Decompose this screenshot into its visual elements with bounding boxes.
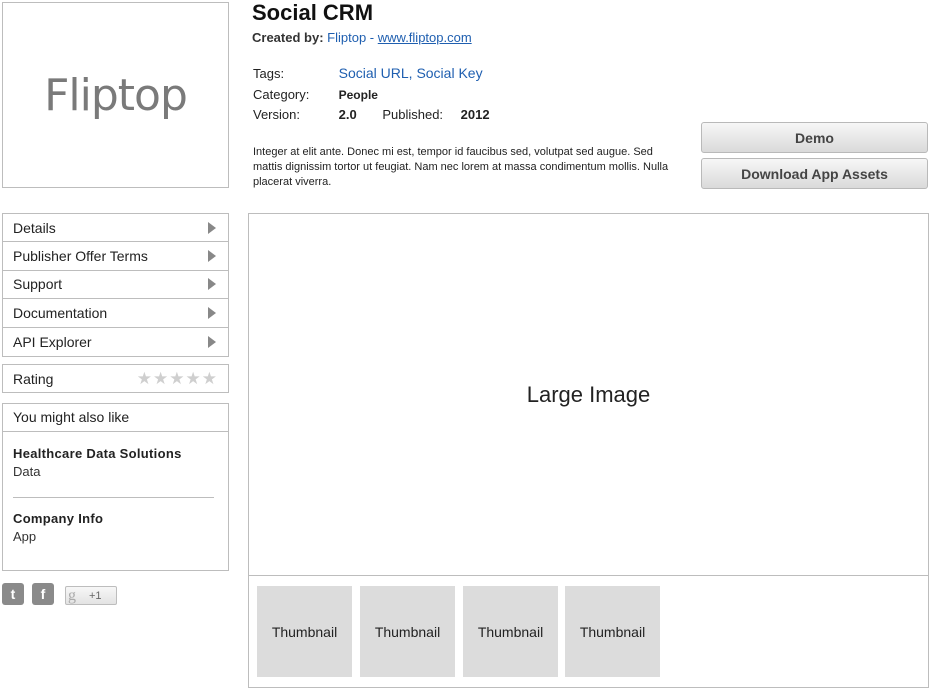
download-app-assets-button[interactable]: Download App Assets [701,158,928,189]
recommendations-heading: You might also like [3,404,228,432]
logo-text: Fliptop [44,69,188,121]
tag-link[interactable]: Social Key [416,65,482,81]
published-value: 2012 [460,107,490,122]
google-plus-icon: g [68,586,76,604]
thumbnail[interactable]: Thumbnail [257,586,352,677]
divider [13,497,214,498]
sidebar-item-label: Support [13,276,63,293]
category-value: People [338,88,378,102]
demo-button[interactable]: Demo [701,122,928,153]
rating-box: Rating ★★★★★ [2,364,229,393]
preview-panel: Large Image Thumbnail Thumbnail Thumbnai… [248,213,929,688]
chevron-right-icon [208,278,216,291]
category-row: Category: People [253,87,378,102]
sidebar-item-support[interactable]: Support [3,271,228,300]
sidebar-item-label: Details [13,219,56,236]
sidebar-item-publisher-offer-terms[interactable]: Publisher Offer Terms [3,242,228,271]
publisher-link[interactable]: Fliptop [327,30,366,45]
thumbnail[interactable]: Thumbnail [565,586,660,677]
large-image-label: Large Image [526,381,651,407]
recommendation-title[interactable]: Healthcare Data Solutions [13,446,213,461]
recommendations-panel: You might also like Healthcare Data Solu… [2,403,229,571]
category-label: Category: [253,87,310,102]
chevron-right-icon [208,221,216,234]
recommendation-item[interactable]: Healthcare Data Solutions Data [13,446,213,479]
thumbnail[interactable]: Thumbnail [360,586,455,677]
sidebar-item-label: Documentation [13,304,108,321]
large-image: Large Image [249,214,928,576]
tag-link[interactable]: Social URL [339,65,409,81]
plus-one-label: +1 [89,589,102,602]
created-by-label: Created by: [252,30,324,45]
created-by-line: Created by: Fliptop - www.fliptop.com [252,30,472,45]
recommendation-title[interactable]: Company Info [13,511,213,526]
chevron-right-icon [208,306,216,319]
version-value: 2.0 [338,107,357,122]
publisher-separator: - [366,30,378,45]
twitter-icon[interactable]: t [2,583,24,605]
tags-label: Tags: [253,66,285,81]
sidebar-item-documentation[interactable]: Documentation [3,299,228,328]
chevron-right-icon [208,335,216,348]
published-label: Published: [382,107,444,122]
sidebar-item-api-explorer[interactable]: API Explorer [3,328,228,356]
app-logo: Fliptop [2,2,229,188]
tags-row: Tags: Social URL, Social Key [253,65,483,81]
recommendation-subtitle: App [13,529,37,544]
recommendation-subtitle: Data [13,464,41,479]
version-row: Version: 2.0 Published: 2012 [253,107,490,122]
sidebar-item-label: Publisher Offer Terms [13,248,148,265]
sidebar-nav: Details Publisher Offer Terms Support Do… [2,213,229,357]
star-rating-icon[interactable]: ★★★★★ [137,369,218,389]
app-title: Social CRM [252,0,374,25]
sidebar-item-details[interactable]: Details [3,214,228,243]
recommendation-item[interactable]: Company Info App [13,511,213,544]
rating-label: Rating [13,370,54,387]
sidebar-item-label: API Explorer [13,333,92,350]
google-plus-one-button[interactable]: g +1 [65,586,117,605]
facebook-icon[interactable]: f [32,583,54,605]
publisher-url-link[interactable]: www.fliptop.com [378,30,472,45]
thumbnail[interactable]: Thumbnail [463,586,558,677]
version-label: Version: [253,107,300,122]
chevron-right-icon [208,250,216,263]
app-description: Integer at elit ante. Donec mi est, temp… [253,146,669,188]
